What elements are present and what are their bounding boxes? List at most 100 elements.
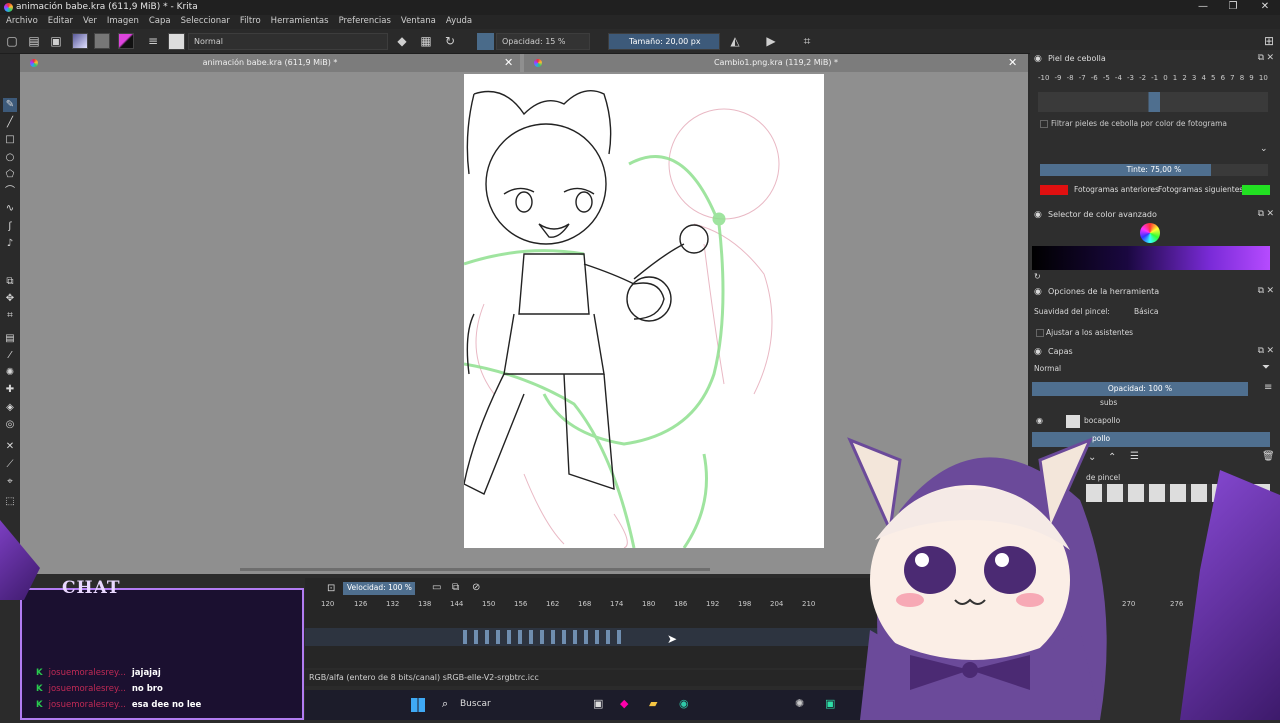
onion-frame-label[interactable]: -6 [1091, 74, 1098, 86]
brush-settings-icon[interactable]: ≡ [146, 34, 160, 48]
layer-blend-select[interactable]: Normal [1034, 364, 1254, 373]
menu-capa[interactable]: Capa [143, 15, 175, 26]
edge-browser-icon[interactable]: ◉ [679, 697, 689, 710]
menu-ver[interactable]: Ver [77, 15, 101, 26]
onion-opacity-bars[interactable] [1038, 92, 1268, 112]
document-tab-1[interactable]: animación babe.kra (611,9 MiB) * ✕ [20, 54, 520, 72]
onion-filter-checkbox[interactable] [1040, 120, 1048, 128]
search-icon[interactable]: ⌕ [442, 697, 448, 711]
blend-mode-select[interactable]: Normal [188, 33, 388, 50]
eraser-icon[interactable]: ◆ [395, 34, 409, 48]
smoothing-select[interactable]: Básica [1134, 307, 1270, 316]
size-slider[interactable]: Tamaño: 20,00 px [608, 33, 720, 50]
layers-float-icon[interactable]: ⧉ [1258, 346, 1264, 356]
frame-clear-icon[interactable]: ⊘ [472, 582, 480, 593]
timeline-settings-icon[interactable]: ⊡ [327, 583, 335, 594]
windows-start-icon[interactable] [411, 698, 425, 712]
onion-frame-label[interactable]: 8 [1240, 74, 1244, 86]
task-view-icon[interactable]: ▣ [593, 697, 603, 710]
color-gradient-bar[interactable] [1032, 246, 1270, 270]
selection-tool-icon[interactable]: ⬚ [3, 495, 17, 509]
rectangle-tool-icon[interactable]: □ [3, 133, 17, 147]
smart-patch-tool-icon[interactable]: ✚ [3, 383, 17, 397]
color-picker-tool-icon[interactable]: ⁄ [3, 349, 17, 363]
freehand-path-tool-icon[interactable]: ʃ [3, 220, 17, 234]
colorize-mask-tool-icon[interactable]: ✺ [3, 366, 17, 380]
next-frames-color[interactable] [1242, 185, 1270, 195]
frame-view-icon[interactable]: ▭ [432, 582, 441, 593]
onion-frame-label[interactable]: 6 [1221, 74, 1225, 86]
menu-ayuda[interactable]: Ayuda [440, 15, 476, 26]
canvas-scrollbar[interactable] [240, 568, 710, 571]
close-window-button[interactable]: ✕ [1250, 0, 1280, 15]
assistant-tool-icon[interactable]: ✕ [3, 440, 17, 454]
onion-frame-label[interactable]: 1 [1173, 74, 1177, 86]
workspace-icon[interactable]: ⊞ [1262, 34, 1276, 48]
freehand-brush-tool-icon[interactable]: ✎ [3, 98, 17, 112]
onion-skin-scale[interactable]: -10 -9 -8 -7 -6 -5 -4 -3 -2 -1 0 1 2 3 4 5 6 7 8 9 10 [1038, 74, 1268, 86]
onion-frame-label[interactable]: 2 [1182, 74, 1186, 86]
onion-frame-label[interactable]: 0 [1163, 74, 1167, 86]
opacity-slider[interactable]: Opacidad: 15 % [496, 33, 590, 50]
menu-archivo[interactable]: Archivo [0, 15, 42, 26]
pattern-swatch[interactable] [94, 33, 110, 49]
menu-herramientas[interactable]: Herramientas [265, 15, 333, 26]
keyframes[interactable] [463, 630, 623, 644]
bezier-tool-icon[interactable]: ∿ [3, 202, 17, 216]
frame-duplicate-icon[interactable]: ⧉ [452, 582, 459, 593]
refresh-icon[interactable]: ↻ [1034, 272, 1041, 281]
reference-tool-icon[interactable]: ⌖ [3, 475, 17, 489]
menu-preferencias[interactable]: Preferencias [333, 15, 395, 26]
onion-frame-label[interactable]: -5 [1103, 74, 1110, 86]
onion-frame-label[interactable]: 4 [1201, 74, 1205, 86]
wrap-around-icon[interactable]: ⌗ [800, 34, 814, 48]
onion-frame-label[interactable]: -10 [1038, 74, 1049, 86]
maximize-button[interactable]: ❐ [1218, 0, 1248, 15]
transform-tool-icon[interactable]: ⧉ [3, 275, 17, 289]
enclose-fill-tool-icon[interactable]: ◎ [3, 418, 17, 432]
mirror-vertical-icon[interactable]: ▶ [764, 34, 778, 48]
layers-close-icon[interactable]: ✕ [1266, 346, 1274, 356]
tint-slider[interactable]: Tinte: 75,00 % [1040, 164, 1268, 176]
new-document-icon[interactable]: ▢ [5, 34, 19, 48]
dynamic-brush-tool-icon[interactable]: ♪ [3, 237, 17, 251]
onion-frame-label[interactable]: 7 [1230, 74, 1234, 86]
previous-frames-color[interactable] [1040, 185, 1068, 195]
onion-frame-label[interactable]: 10 [1259, 74, 1268, 86]
menu-imagen[interactable]: Imagen [101, 15, 143, 26]
alpha-lock-icon[interactable]: ▦ [419, 34, 433, 48]
menu-editar[interactable]: Editar [42, 15, 77, 26]
layer-opacity-slider[interactable]: Opacidad: 100 % [1032, 382, 1248, 396]
taskbar-search[interactable]: Buscar [460, 699, 491, 709]
onion-frame-label[interactable]: -8 [1067, 74, 1074, 86]
tool-options-close-icon[interactable]: ✕ [1266, 286, 1274, 296]
color-selector-close-icon[interactable]: ✕ [1266, 209, 1274, 219]
fg-bg-color-swatch[interactable] [118, 33, 134, 49]
onion-frame-label[interactable]: -3 [1127, 74, 1134, 86]
save-icon[interactable]: ▣ [49, 34, 63, 48]
file-explorer-icon[interactable]: ▰ [649, 697, 657, 710]
collapse-icon[interactable]: ⌄ [1260, 144, 1268, 154]
onion-frame-label[interactable]: -9 [1055, 74, 1062, 86]
color-preview-swatch[interactable] [477, 33, 494, 50]
gradient-swatch[interactable] [72, 33, 88, 49]
polyline-tool-icon[interactable]: ⌒ [3, 185, 17, 199]
fill-tool-icon[interactable]: ◈ [3, 401, 17, 415]
measure-tool-icon[interactable]: ⟋ [3, 458, 17, 472]
gradient-tool-icon[interactable]: ▤ [3, 332, 17, 346]
move-tool-icon[interactable]: ✥ [3, 292, 17, 306]
color-wheel-icon[interactable] [1140, 223, 1160, 243]
close-tab-2-icon[interactable]: ✕ [1008, 54, 1017, 72]
menu-seleccionar[interactable]: Seleccionar [175, 15, 234, 26]
menu-filtro[interactable]: Filtro [234, 15, 265, 26]
onion-frame-label[interactable]: -7 [1079, 74, 1086, 86]
onion-skin-float-icon[interactable]: ⧉ [1258, 53, 1264, 63]
brush-preset-thumbnail[interactable] [168, 33, 185, 50]
krita-taskbar-icon[interactable]: ✺ [795, 697, 804, 710]
layer-filter-icon[interactable]: ⏷ [1262, 362, 1270, 373]
document-tab-2[interactable]: Cambio1.png.kra (119,2 MiB) * ✕ [524, 54, 1028, 72]
layer-row[interactable]: subs [1032, 398, 1270, 412]
line-tool-icon[interactable]: ╱ [3, 116, 17, 130]
delete-layer-icon[interactable]: 🗑 [1262, 451, 1275, 462]
mirror-horizontal-icon[interactable]: ◭ [728, 34, 742, 48]
